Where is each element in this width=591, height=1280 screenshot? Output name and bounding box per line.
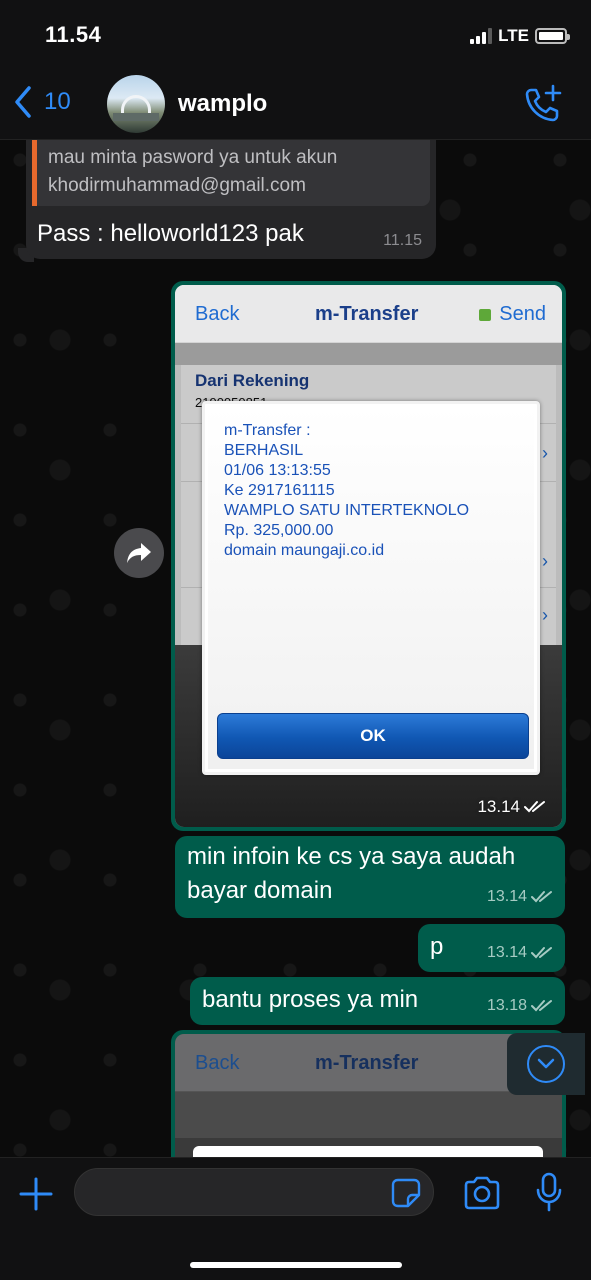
forward-button[interactable] [114,528,164,578]
status-dot-icon [479,308,492,321]
double-check-icon [524,801,545,813]
double-check-icon [531,1000,552,1012]
screenshot-send-label: Send [499,303,546,325]
message-text: bantu proses ya min [202,986,419,1013]
message-time: 13.14 [487,944,553,962]
message-time: 13.14 [487,888,553,906]
signal-icon [470,28,493,44]
status-indicators: LTE [470,26,570,46]
microphone-icon[interactable] [535,1172,563,1212]
outgoing-message[interactable]: min infoin ke cs ya saya audah bayar dom… [175,836,565,918]
message-time: 11.15 [383,232,422,249]
add-call-icon[interactable] [523,84,563,124]
forward-icon [127,543,151,563]
scroll-to-bottom-button[interactable] [507,1033,585,1095]
message-input-bar [0,1157,591,1280]
screenshot-title: m-Transfer [315,303,419,325]
contact-name[interactable]: wamplo [178,90,267,118]
screenshot-ok-button: OK [217,713,529,759]
incoming-message[interactable]: mau minta pasword ya untuk akun khodirmu… [26,140,436,259]
image-message[interactable]: Back m-Transfer Send Dari Rekening 21900… [171,281,566,831]
status-bar: 11.54 LTE [0,0,591,70]
message-text: Pass : helloworld123 pak [37,220,304,247]
home-indicator [190,1262,402,1268]
plus-icon[interactable] [18,1176,54,1212]
dialog-text: m-Transfer : BERHASIL 01/06 13:13:55 Ke … [224,422,470,559]
screenshot-title: m-Transfer [315,1052,419,1074]
network-type: LTE [498,26,529,45]
camera-icon[interactable] [462,1175,502,1211]
message-text: p [430,933,444,960]
message-input[interactable] [74,1168,434,1216]
success-dialog: m-Transfer : BERHASIL 01/06 13:13:55 Ke … [202,401,540,775]
transfer-screenshot[interactable]: Back m-Transfer Send Dari Rekening 21900… [175,285,562,827]
message-time: 13.18 [487,997,553,1015]
message-time: 13.14 [477,797,546,817]
back-button[interactable]: 10 [12,84,71,120]
sticker-icon[interactable] [390,1177,422,1209]
battery-icon [535,28,570,44]
double-check-icon [531,891,552,903]
quoted-text: mau minta pasword ya untuk akun khodirmu… [48,147,338,196]
chat-area[interactable]: mau minta pasword ya untuk akun khodirmu… [0,140,591,1157]
chevron-down-icon [537,1058,555,1069]
chat-header: 10 wamplo [0,70,591,140]
avatar[interactable] [107,75,165,133]
screenshot-back-label: Back [195,303,240,325]
outgoing-message[interactable]: bantu proses ya min 13.18 [190,977,565,1025]
outgoing-message[interactable]: p 13.14 [418,924,565,972]
chevron-left-icon [15,86,31,118]
double-check-icon [531,947,552,959]
screenshot-back-label: Back [195,1052,240,1074]
transfer-screenshot[interactable]: Back m-Transfer [175,1034,562,1157]
status-time: 11.54 [45,22,102,47]
unread-count: 10 [44,88,71,115]
quoted-message[interactable]: mau minta pasword ya untuk akun khodirmu… [32,140,430,206]
